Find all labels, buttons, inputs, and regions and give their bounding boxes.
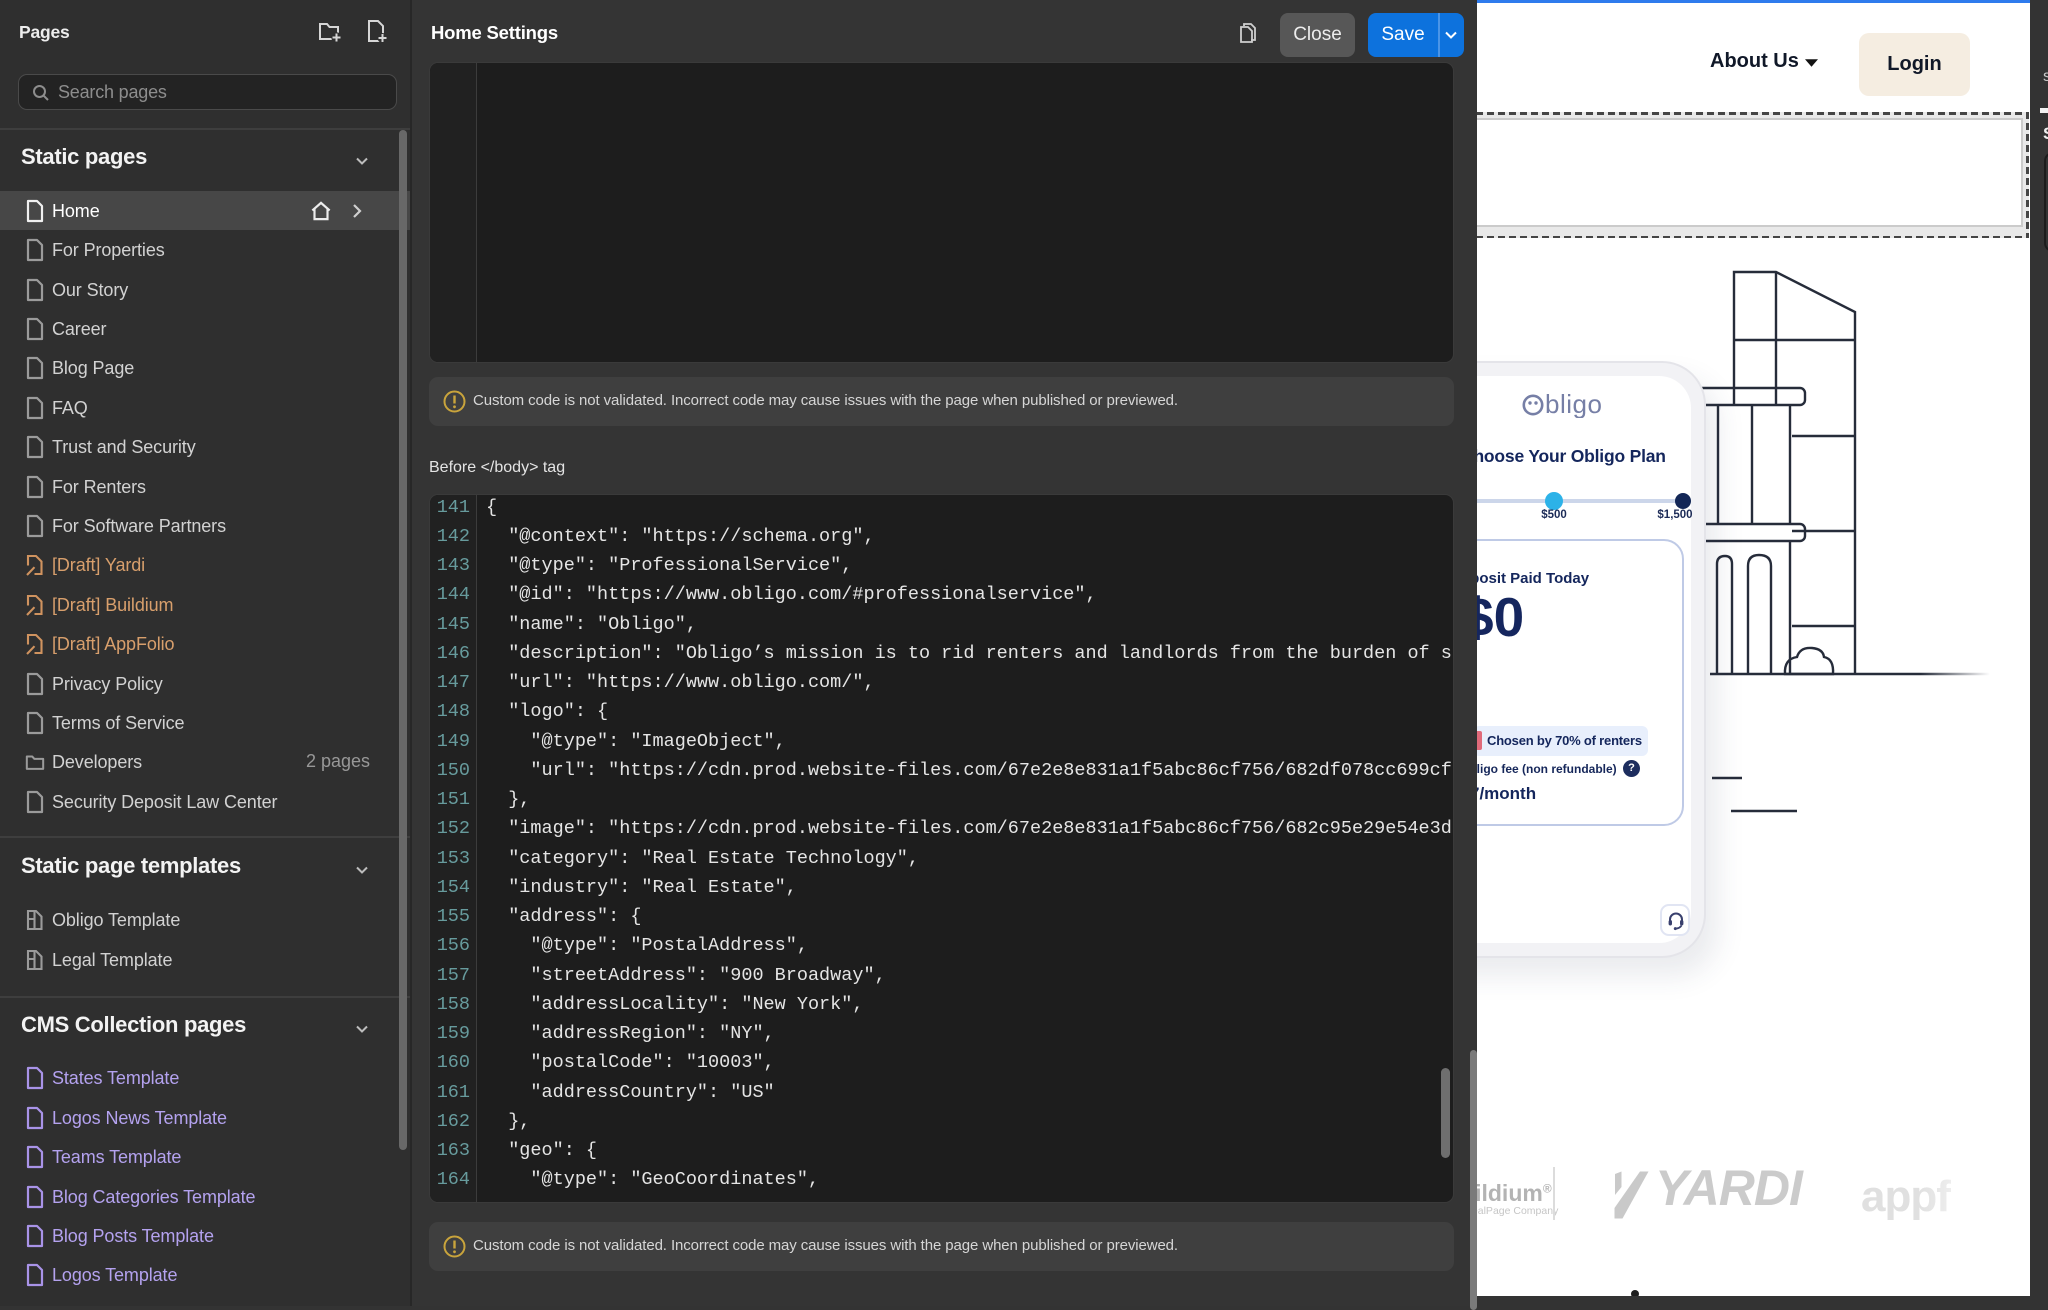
svg-text:bligo: bligo xyxy=(1545,390,1602,418)
